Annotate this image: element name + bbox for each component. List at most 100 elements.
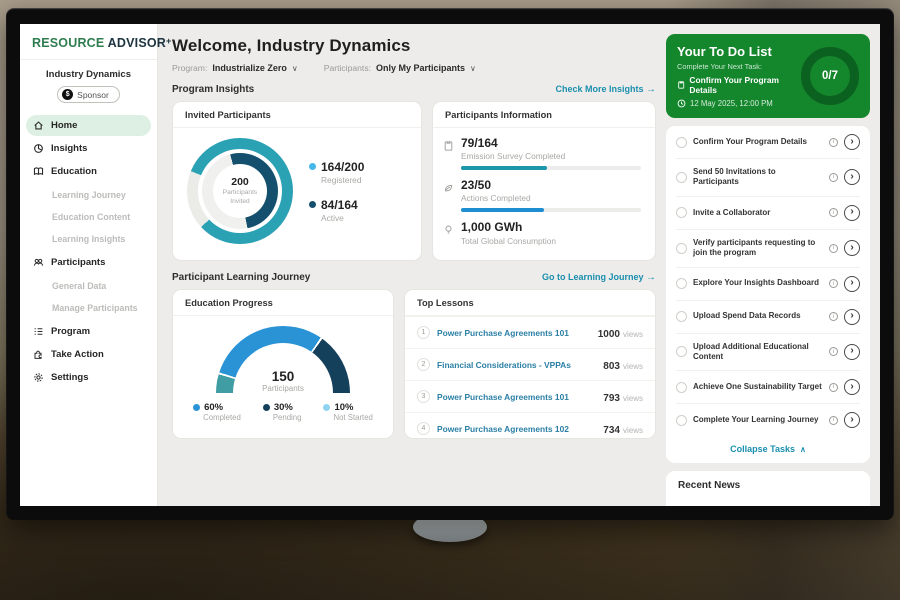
info-icon[interactable]: i — [829, 138, 838, 147]
task-checkbox[interactable] — [676, 382, 687, 393]
sidebar: RESOURCE ADVISOR+ Industry Dynamics $ Sp… — [20, 24, 158, 506]
right-column: Your To Do List Complete Your Next Task:… — [666, 24, 880, 506]
task-row-2[interactable]: Send 50 Invitations to Participants i › — [676, 159, 860, 197]
task-checkbox[interactable] — [676, 311, 687, 322]
task-go-button[interactable]: › — [844, 344, 860, 360]
todo-next-task[interactable]: Confirm Your Program Details — [677, 75, 801, 95]
info-icon[interactable]: i — [829, 383, 838, 392]
arrow-right-icon: → — [646, 272, 656, 283]
education-gauge-chart: 150 Participants — [216, 326, 350, 393]
sponsor-icon: $ — [62, 89, 73, 100]
clock-icon — [677, 99, 686, 108]
sidebar-item-general-data[interactable]: General Data — [26, 275, 151, 297]
sidebar-item-education-content[interactable]: Education Content — [26, 206, 151, 228]
task-go-button[interactable]: › — [844, 240, 860, 256]
sidebar-item-learning-journey[interactable]: Learning Journey — [26, 184, 151, 206]
participants-information-title: Participants Information — [433, 102, 655, 128]
task-row-4[interactable]: Verify participants requesting to join t… — [676, 230, 860, 268]
task-row-7[interactable]: Upload Additional Educational Content i … — [676, 334, 860, 372]
task-row-8[interactable]: Achieve One Sustainability Target i › — [676, 371, 860, 404]
pending-label: Pending — [273, 413, 302, 422]
consumption-row: 1,000 GWh Total Global Consumption — [443, 221, 641, 245]
task-go-button[interactable]: › — [844, 379, 860, 395]
home-icon — [33, 120, 44, 131]
task-label: Upload Additional Educational Content — [693, 342, 823, 363]
chevron-down-icon: ∨ — [470, 64, 476, 73]
task-go-button[interactable]: › — [844, 309, 860, 325]
task-go-button[interactable]: › — [844, 169, 860, 185]
education-icon — [33, 166, 44, 177]
info-icon[interactable]: i — [829, 312, 838, 321]
emission-survey-value: 79/164 — [461, 137, 641, 150]
task-row-6[interactable]: Upload Spend Data Records i › — [676, 301, 860, 334]
task-checkbox[interactable] — [676, 346, 687, 357]
not-started-percent: 10% — [334, 402, 353, 413]
sidebar-item-label: Education — [51, 166, 97, 177]
info-icon[interactable]: i — [829, 244, 838, 253]
task-checkbox[interactable] — [676, 415, 687, 426]
info-icon[interactable]: i — [829, 279, 838, 288]
monitor-bezel: RESOURCE ADVISOR+ Industry Dynamics $ Sp… — [6, 8, 894, 520]
task-go-button[interactable]: › — [844, 205, 860, 221]
info-progress-fill — [461, 166, 547, 170]
task-go-button[interactable]: › — [844, 276, 860, 292]
sidebar-item-settings[interactable]: Settings — [26, 367, 151, 388]
legend-pending: 30% Pending — [263, 402, 302, 422]
program-insights-header: Program Insights Check More Insights → — [172, 84, 656, 95]
views-suffix: views — [623, 426, 643, 435]
task-go-button[interactable]: › — [844, 412, 860, 428]
registered-value: 164/200 — [321, 160, 364, 174]
program-dropdown[interactable]: Program: Industrialize Zero ∨ — [172, 63, 298, 73]
sponsor-badge[interactable]: $ Sponsor — [57, 86, 120, 103]
info-icon[interactable]: i — [829, 347, 838, 356]
todo-subtitle: Complete Your Next Task: — [677, 62, 801, 71]
info-icon[interactable]: i — [829, 208, 838, 217]
collapse-tasks-button[interactable]: Collapse Tasks ∧ — [676, 436, 860, 463]
lesson-views: 734 — [603, 425, 620, 436]
sidebar-item-program[interactable]: Program — [26, 321, 151, 342]
task-label: Verify participants requesting to join t… — [693, 238, 823, 259]
consumption-value: 1,000 GWh — [461, 221, 641, 234]
task-row-1[interactable]: Confirm Your Program Details i › — [676, 126, 860, 159]
pending-percent: 30% — [274, 402, 293, 413]
task-checkbox[interactable] — [676, 137, 687, 148]
task-checkbox[interactable] — [676, 172, 687, 183]
lesson-rank: 3 — [417, 390, 430, 403]
task-row-3[interactable]: Invite a Collaborator i › — [676, 197, 860, 230]
todo-counter: 0/7 — [822, 70, 838, 82]
app-logo[interactable]: RESOURCE ADVISOR+ — [20, 24, 157, 60]
sidebar-item-take-action[interactable]: Take Action — [26, 344, 151, 365]
lesson-link[interactable]: Power Purchase Agreements 102 — [437, 424, 596, 434]
go-to-learning-journey-link[interactable]: Go to Learning Journey → — [542, 272, 656, 283]
todo-panel: Your To Do List Complete Your Next Task:… — [666, 34, 870, 118]
task-checkbox[interactable] — [676, 207, 687, 218]
legend-not-started: 10% Not Started — [323, 402, 372, 422]
task-row-5[interactable]: Explore Your Insights Dashboard i › — [676, 268, 860, 301]
sidebar-item-participants[interactable]: Participants — [26, 252, 151, 273]
lesson-link[interactable]: Financial Considerations - VPPAs — [437, 360, 596, 370]
sponsor-label: Sponsor — [77, 90, 109, 100]
task-label: Confirm Your Program Details — [693, 137, 823, 147]
invited-legend: 164/200 Registered 84/164 Active — [309, 160, 364, 223]
participants-dropdown[interactable]: Participants: Only My Participants ∨ — [324, 63, 476, 73]
task-checkbox[interactable] — [676, 243, 687, 254]
sidebar-item-label: Insights — [51, 143, 87, 154]
lesson-views: 803 — [603, 361, 620, 372]
active-dot — [309, 201, 316, 208]
info-icon[interactable]: i — [829, 173, 838, 182]
sidebar-item-education[interactable]: Education — [26, 161, 151, 182]
sidebar-item-insights[interactable]: Insights — [26, 138, 151, 159]
task-row-9[interactable]: Complete Your Learning Journey i › — [676, 404, 860, 436]
sidebar-item-learning-insights[interactable]: Learning Insights — [26, 228, 151, 250]
sidebar-item-home[interactable]: Home — [26, 115, 151, 136]
lesson-row-2: 2 Financial Considerations - VPPAs 803vi… — [405, 348, 655, 380]
task-go-button[interactable]: › — [844, 134, 860, 150]
legend-completed: 60% Completed — [193, 402, 241, 422]
task-checkbox[interactable] — [676, 278, 687, 289]
sidebar-item-manage-participants[interactable]: Manage Participants — [26, 297, 151, 319]
completed-percent: 60% — [204, 402, 223, 413]
info-icon[interactable]: i — [829, 416, 838, 425]
check-more-insights-link[interactable]: Check More Insights → — [555, 84, 656, 95]
lesson-link[interactable]: Power Purchase Agreements 101 — [437, 328, 591, 338]
lesson-link[interactable]: Power Purchase Agreements 101 — [437, 392, 596, 402]
